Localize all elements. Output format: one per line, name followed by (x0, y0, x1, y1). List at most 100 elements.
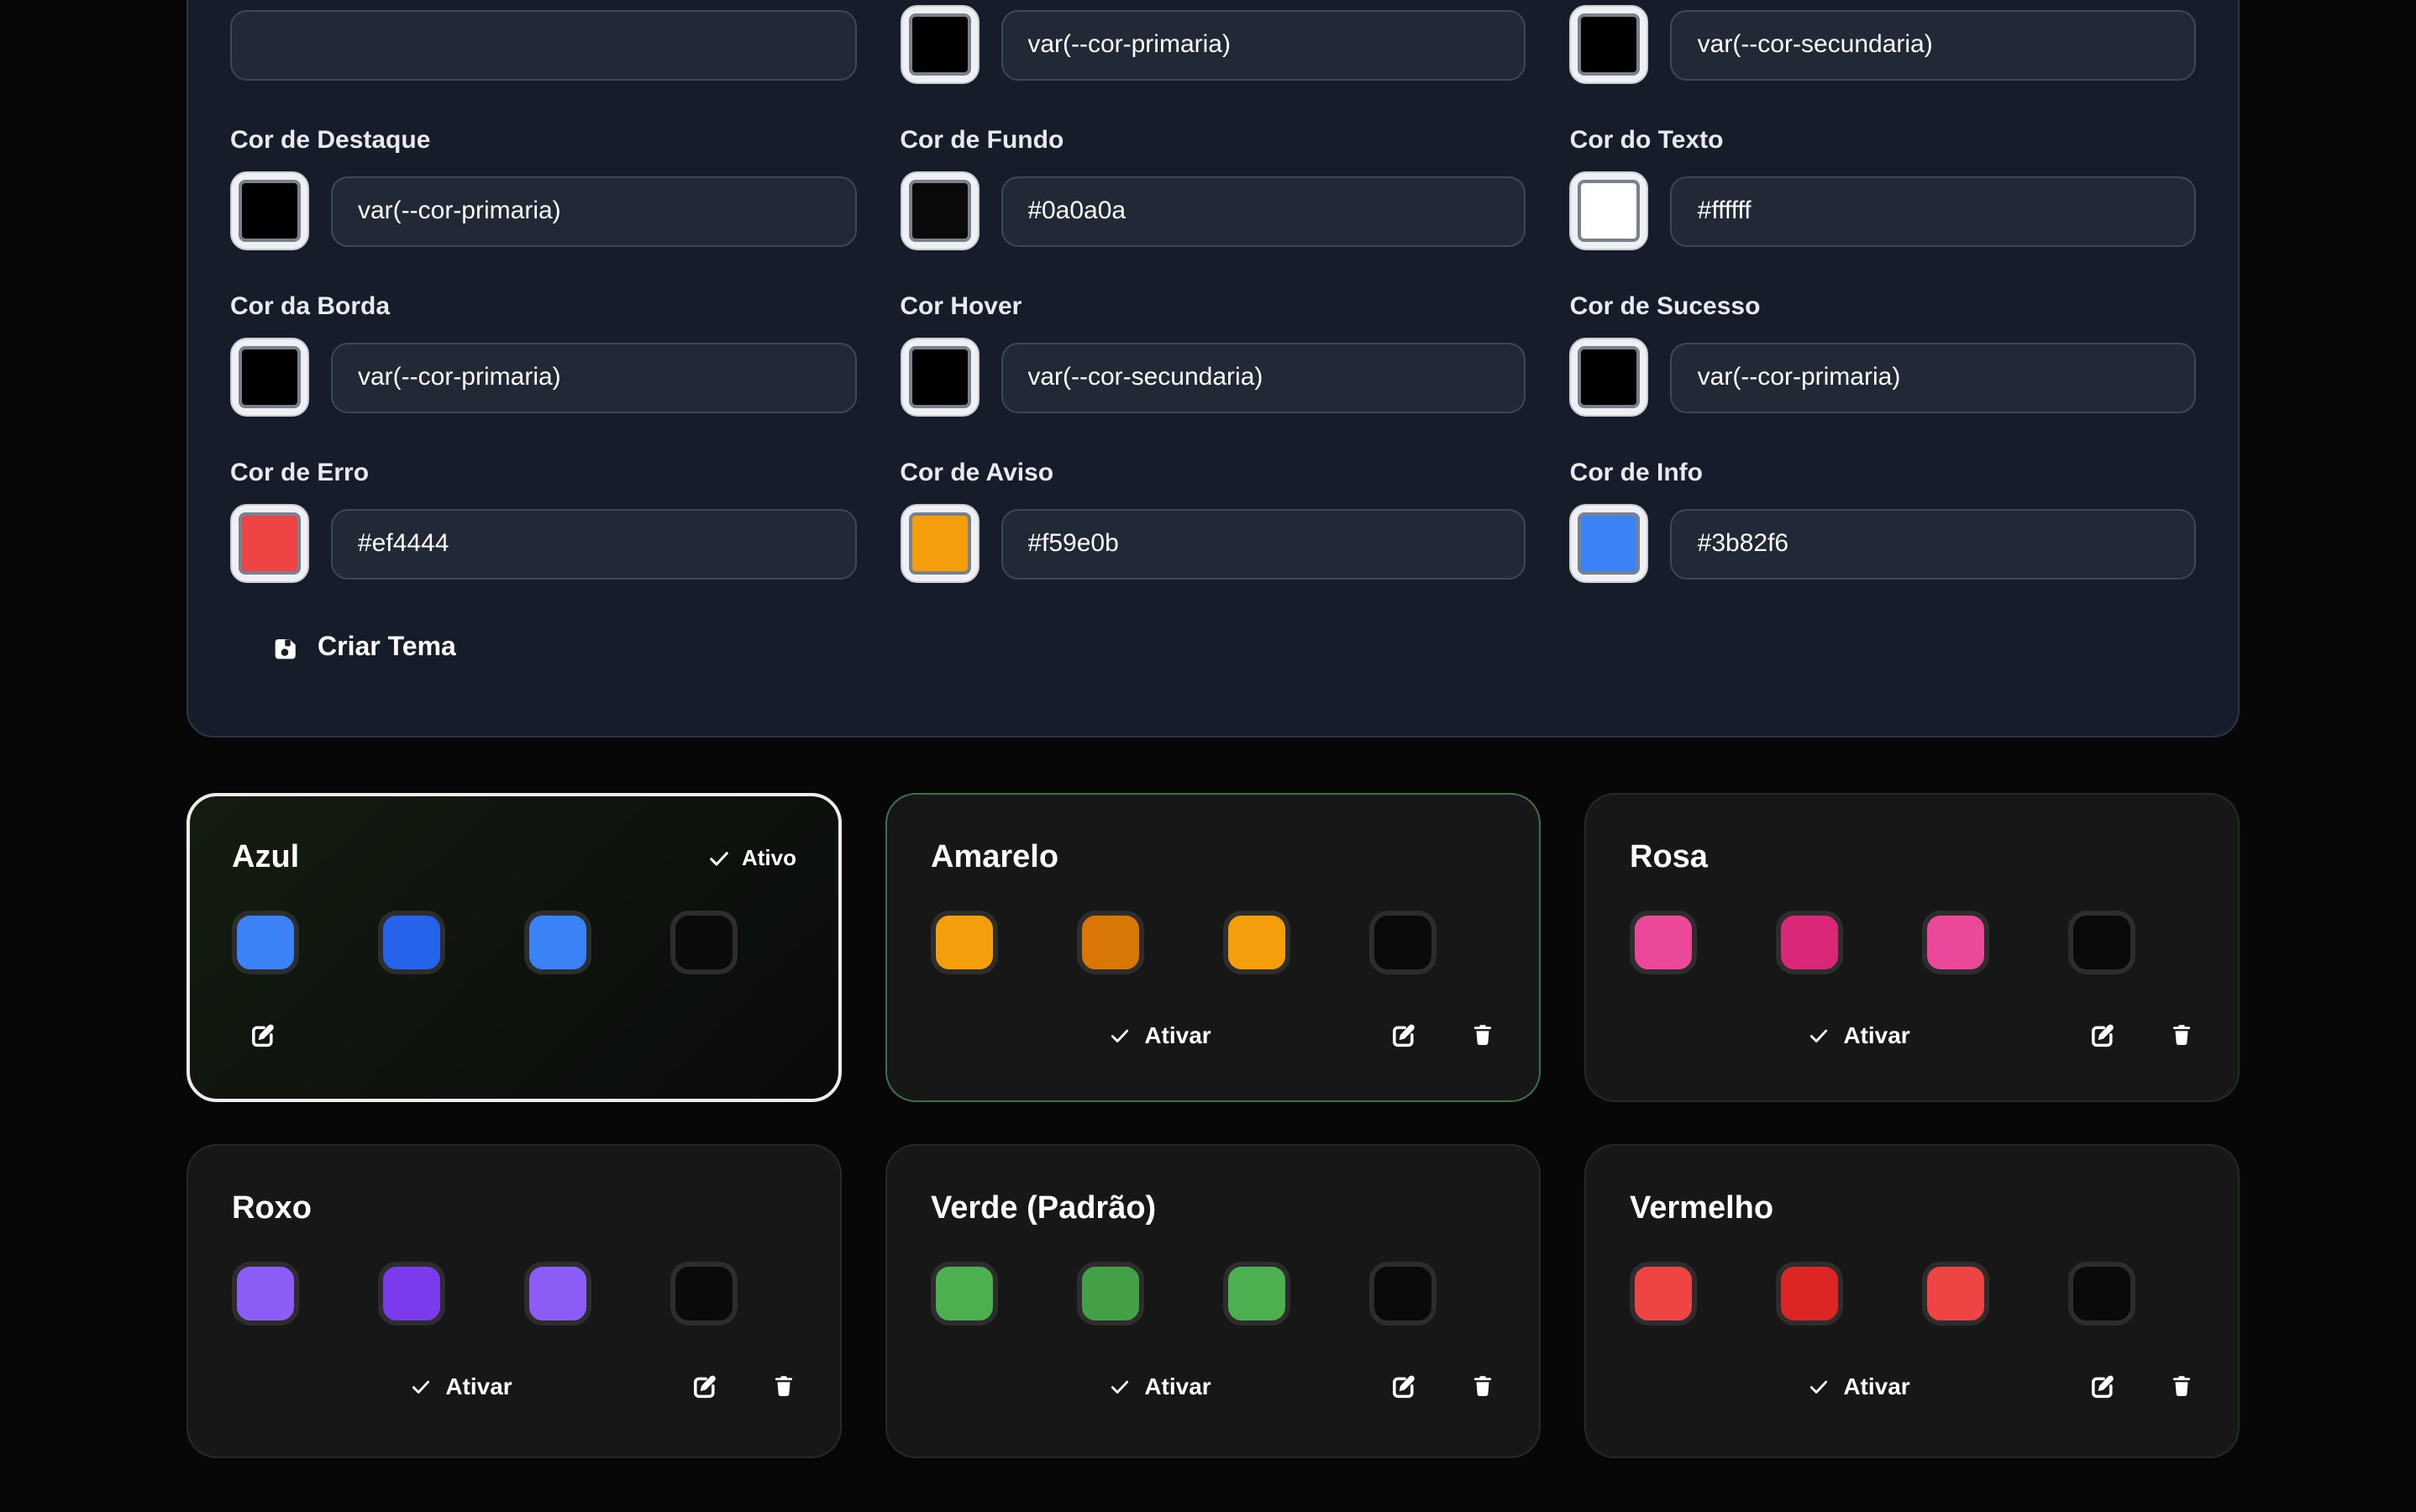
trash-icon (1470, 1021, 1495, 1048)
activate-label: Ativar (1144, 1021, 1211, 1048)
theme-color-swatch-fundo (670, 911, 738, 974)
color-value-input[interactable] (1671, 342, 2196, 412)
color-picker-swatch[interactable] (1570, 504, 1649, 583)
field-row (1570, 338, 2196, 417)
theme-color-swatch-primaria (1630, 1262, 1697, 1326)
theme-color-swatch-secundaria (378, 1262, 445, 1326)
color-picker-swatch[interactable] (230, 171, 309, 250)
theme-color-swatch-secundaria (378, 911, 445, 974)
color-picker-fill (239, 512, 301, 575)
field-label: Cor de Destaque (230, 128, 856, 155)
delete-theme-button[interactable] (2169, 1021, 2194, 1048)
color-picker-swatch[interactable] (1570, 5, 1649, 84)
theme-color-swatch-primaria (931, 1262, 998, 1326)
color-field: Cor de Destaque (230, 84, 856, 250)
edit-theme-button[interactable] (691, 1372, 719, 1400)
delete-theme-button[interactable] (1470, 1373, 1495, 1399)
edit-theme-button[interactable] (2088, 1021, 2117, 1049)
card-header: Amarelo (931, 838, 1495, 877)
color-value-input[interactable] (331, 176, 856, 246)
trash-icon (2169, 1373, 2194, 1399)
card-header: Vermelho (1630, 1189, 2194, 1228)
field-label: Cor de Info (1570, 460, 2196, 487)
theme-title: Vermelho (1630, 1189, 1773, 1228)
save-icon (270, 634, 299, 663)
edit-theme-button[interactable] (2088, 1372, 2117, 1400)
color-value-input[interactable] (1001, 342, 1526, 412)
color-picker-swatch[interactable] (230, 504, 309, 583)
card-footer: Ativar (1630, 1018, 2194, 1052)
color-picker-fill (239, 346, 301, 408)
color-field: Cor de Erro (230, 417, 856, 583)
activate-theme-button[interactable]: Ativar (931, 1373, 1389, 1399)
field-row (230, 338, 856, 417)
delete-theme-button[interactable] (1470, 1021, 1495, 1048)
activate-label: Ativar (1843, 1373, 1909, 1399)
color-field: Cor do Texto (1570, 84, 2196, 250)
color-picker-swatch[interactable] (1570, 171, 1649, 250)
delete-theme-button[interactable] (771, 1373, 796, 1399)
edit-theme-button[interactable] (249, 1021, 277, 1049)
color-value-input[interactable] (1671, 508, 2196, 579)
theme-card-verde-padrao[interactable]: Verde (Padrão) Ativar (885, 1144, 1541, 1458)
activate-theme-button[interactable]: Ativar (1630, 1373, 2088, 1399)
color-value-input[interactable] (1001, 9, 1526, 80)
color-picker-fill (908, 512, 970, 575)
theme-card-vermelho[interactable]: Vermelho Ativar (1584, 1144, 2240, 1458)
card-footer (232, 1018, 796, 1052)
field-row (230, 504, 856, 583)
theme-color-swatch-secundaria (1776, 1262, 1843, 1326)
field-row (1570, 504, 2196, 583)
card-footer: Ativar (931, 1369, 1495, 1403)
theme-name-input[interactable] (230, 9, 856, 80)
create-theme-button[interactable]: Criar Tema (270, 633, 456, 664)
color-value-input[interactable] (1671, 176, 2196, 246)
theme-editor-panel: Cor de Destaque Cor de Fundo Cor do Text… (186, 0, 2240, 738)
card-header: Roxo (232, 1189, 796, 1228)
color-picker-swatch[interactable] (900, 338, 979, 417)
theme-cards-grid: Azul Ativo Amarel (186, 793, 2240, 1458)
activate-theme-button[interactable]: Ativar (931, 1021, 1389, 1048)
theme-card-azul[interactable]: Azul Ativo (186, 793, 842, 1102)
trash-icon (771, 1373, 796, 1399)
check-icon (1808, 1375, 1830, 1397)
activate-theme-button[interactable]: Ativar (232, 1373, 691, 1399)
color-value-input[interactable] (1001, 176, 1526, 246)
theme-card-roxo[interactable]: Roxo Ativar (186, 1144, 842, 1458)
color-picker-swatch[interactable] (1570, 338, 1649, 417)
theme-title: Verde (Padrão) (931, 1189, 1156, 1228)
color-picker-fill (1578, 13, 1641, 76)
field-row (230, 5, 856, 84)
delete-theme-button[interactable] (2169, 1373, 2194, 1399)
color-picker-fill (1578, 512, 1641, 575)
theme-swatch-row (931, 1262, 1495, 1326)
color-value-input[interactable] (1671, 9, 2196, 80)
color-value-input[interactable] (331, 508, 856, 579)
theme-card-rosa[interactable]: Rosa Ativar (1584, 793, 2240, 1102)
color-picker-swatch[interactable] (230, 338, 309, 417)
theme-title: Roxo (232, 1189, 312, 1228)
activate-label: Ativar (1843, 1021, 1909, 1048)
color-picker-fill (908, 13, 970, 76)
theme-swatch-row (1630, 1262, 2194, 1326)
theme-card-amarelo[interactable]: Amarelo Ativar (885, 793, 1541, 1102)
color-field (230, 5, 856, 84)
color-field: Cor da Borda (230, 250, 856, 417)
field-label: Cor Hover (900, 294, 1526, 321)
color-picker-fill (1578, 346, 1641, 408)
color-picker-swatch[interactable] (900, 171, 979, 250)
edit-theme-button[interactable] (1389, 1021, 1418, 1049)
theme-color-swatch-secundaria (1776, 911, 1843, 974)
card-header: Rosa (1630, 838, 2194, 877)
theme-color-swatch-destaque (1922, 911, 1989, 974)
color-picker-swatch[interactable] (900, 504, 979, 583)
theme-color-swatch-secundaria (1077, 1262, 1144, 1326)
color-picker-swatch[interactable] (900, 5, 979, 84)
color-field (900, 5, 1526, 84)
edit-theme-button[interactable] (1389, 1372, 1418, 1400)
color-value-input[interactable] (331, 342, 856, 412)
theme-color-swatch-fundo (2068, 1262, 2135, 1326)
activate-theme-button[interactable]: Ativar (1630, 1021, 2088, 1048)
edit-icon (691, 1372, 719, 1400)
color-value-input[interactable] (1001, 508, 1526, 579)
